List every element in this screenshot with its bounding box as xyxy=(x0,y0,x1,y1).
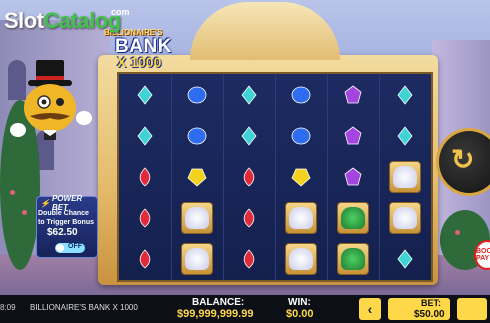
cyan-gem-symbol xyxy=(379,115,431,156)
red-gem-symbol xyxy=(119,197,171,238)
red-gem-icon xyxy=(139,207,151,228)
red-gem-symbol xyxy=(119,238,171,279)
cyan-gem-symbol xyxy=(119,74,171,115)
cyan-gem-icon xyxy=(137,84,153,105)
blue-gem-symbol xyxy=(171,115,223,156)
clock: 8:09 xyxy=(0,303,16,312)
diamond-bag-icon xyxy=(390,202,420,233)
flower xyxy=(455,230,460,235)
red-gem-icon xyxy=(139,166,151,187)
red-gem-symbol xyxy=(223,238,275,279)
diamond-bag-symbol xyxy=(171,238,223,279)
purple-gem-symbol xyxy=(327,74,379,115)
reel-grid xyxy=(117,72,433,282)
lightning-icon: ⚡ xyxy=(40,198,50,208)
yellow-gem-icon xyxy=(187,168,207,187)
watermark-domain: com xyxy=(111,7,130,17)
power-bet-title: ⚡ POWER BET xyxy=(40,194,83,212)
flower xyxy=(22,210,27,215)
diamond-bag-symbol xyxy=(379,197,431,238)
win-value: $0.00 xyxy=(286,308,314,320)
cyan-gem-symbol xyxy=(379,74,431,115)
emerald-bag-symbol xyxy=(327,238,379,279)
diamond-bag-symbol xyxy=(275,197,327,238)
power-bet-toggle-label: OFF xyxy=(68,243,82,250)
red-gem-icon xyxy=(139,248,151,269)
flower xyxy=(10,190,15,195)
red-gem-symbol xyxy=(223,156,275,197)
game-name: BILLIONAIRE'S BANK X 1000 xyxy=(30,303,138,312)
diamond-bag-icon xyxy=(182,243,212,274)
blue-gem-icon xyxy=(187,86,207,103)
diamond-bag-icon xyxy=(286,243,316,274)
yellow-gem-symbol xyxy=(171,156,223,197)
bet-value: $50.00 xyxy=(414,309,445,320)
cyan-gem-symbol xyxy=(379,238,431,279)
red-gem-icon xyxy=(243,248,255,269)
cyan-gem-icon xyxy=(241,125,257,146)
red-gem-icon xyxy=(243,166,255,187)
bet-increase-button[interactable] xyxy=(457,298,487,320)
spin-arrow-icon: ↻ xyxy=(451,144,475,175)
win-label: WIN: xyxy=(288,297,311,308)
purple-gem-symbol xyxy=(327,115,379,156)
cyan-gem-icon xyxy=(241,84,257,105)
blue-gem-icon xyxy=(291,127,311,144)
blue-gem-icon xyxy=(291,86,311,103)
logo-multiplier: X 1000 xyxy=(117,54,162,70)
blue-gem-symbol xyxy=(171,74,223,115)
cyan-gem-icon xyxy=(137,125,153,146)
diamond-bag-symbol xyxy=(379,156,431,197)
power-bet-description: Double Chance to Trigger Bonus xyxy=(38,210,94,226)
balance-value: $99,999,999.99 xyxy=(177,308,254,320)
mascot-character xyxy=(10,60,92,140)
emerald-bag-icon xyxy=(338,202,368,233)
purple-gem-icon xyxy=(344,167,362,185)
blue-gem-icon xyxy=(187,127,207,144)
red-gem-symbol xyxy=(119,156,171,197)
purple-gem-symbol xyxy=(327,156,379,197)
blue-gem-symbol xyxy=(275,74,327,115)
bet-decrease-button[interactable]: ‹ xyxy=(359,298,381,320)
cyan-gem-symbol xyxy=(223,115,275,156)
balance-label: BALANCE: xyxy=(192,297,245,308)
purple-gem-icon xyxy=(344,85,362,103)
yellow-gem-symbol xyxy=(275,156,327,197)
diamond-bag-symbol xyxy=(171,197,223,238)
diamond-bag-icon xyxy=(182,202,212,233)
diamond-bag-icon xyxy=(390,161,420,192)
cyan-gem-icon xyxy=(397,125,413,146)
cyan-gem-symbol xyxy=(223,74,275,115)
cyan-gem-icon xyxy=(397,248,413,269)
blue-gem-symbol xyxy=(275,115,327,156)
emerald-bag-symbol xyxy=(327,197,379,238)
yellow-gem-icon xyxy=(291,168,311,187)
red-gem-icon xyxy=(243,207,255,228)
cyan-gem-symbol xyxy=(119,115,171,156)
cyan-gem-icon xyxy=(397,84,413,105)
bet-label: BET: xyxy=(421,298,441,308)
red-gem-symbol xyxy=(223,197,275,238)
power-bet-amount: $62.50 xyxy=(47,227,78,238)
toggle-knob xyxy=(56,244,64,252)
emerald-bag-icon xyxy=(338,243,368,274)
diamond-bag-symbol xyxy=(275,238,327,279)
diamond-bag-icon xyxy=(286,202,316,233)
watermark-logo: SlotCatalog xyxy=(4,8,121,33)
purple-gem-icon xyxy=(344,126,362,144)
